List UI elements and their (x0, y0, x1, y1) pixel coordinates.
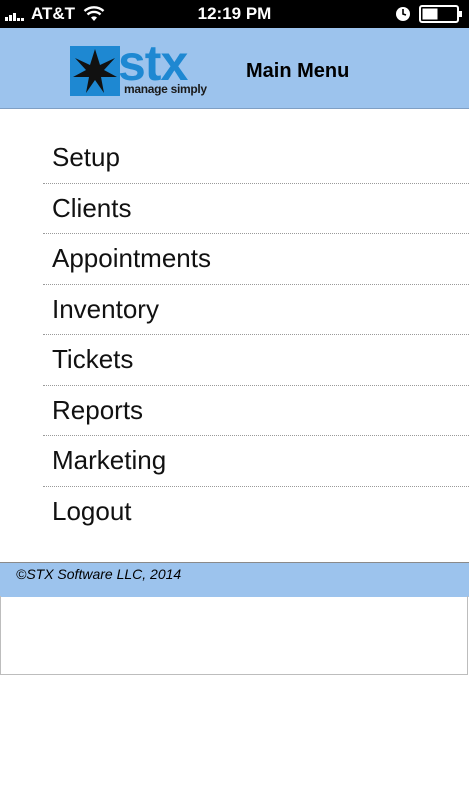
footer: ©STX Software LLC, 2014 (0, 562, 469, 597)
menu-item-reports[interactable]: Reports (43, 386, 469, 436)
menu-item-tickets[interactable]: Tickets (43, 335, 469, 386)
menu-item-label: Reports (52, 394, 144, 425)
menu-item-inventory[interactable]: Inventory (43, 285, 469, 335)
clock-icon (396, 7, 410, 21)
menu-item-label: Clients (52, 192, 132, 223)
page-bottom-border (0, 596, 468, 675)
stx-logo: stx manage simply (70, 35, 220, 100)
menu-item-label: Logout (52, 495, 132, 526)
menu-item-clients[interactable]: Clients (43, 184, 469, 234)
main-menu-list: Setup Clients Appointments Inventory Tic… (43, 133, 469, 537)
battery-icon (419, 5, 462, 23)
menu-item-label: Tickets (52, 344, 134, 374)
logo-star-icon (70, 46, 120, 96)
copyright-text: ©STX Software LLC, 2014 (16, 566, 182, 582)
status-right (395, 5, 463, 23)
logo-tagline: manage simply (124, 82, 207, 96)
menu-item-label: Marketing (52, 445, 167, 475)
status-bar: AT&T 12:19 PM (0, 0, 469, 28)
menu-item-label: Setup (52, 142, 120, 172)
menu-item-label: Appointments (52, 243, 211, 273)
menu-item-setup[interactable]: Setup (43, 133, 469, 184)
header: stx manage simply Main Menu (0, 28, 469, 109)
menu-item-label: Inventory (52, 293, 159, 324)
menu-item-logout[interactable]: Logout (43, 487, 469, 538)
page-title: Main Menu (246, 60, 350, 82)
menu-item-appointments[interactable]: Appointments (43, 234, 469, 285)
menu-item-marketing[interactable]: Marketing (43, 436, 469, 487)
